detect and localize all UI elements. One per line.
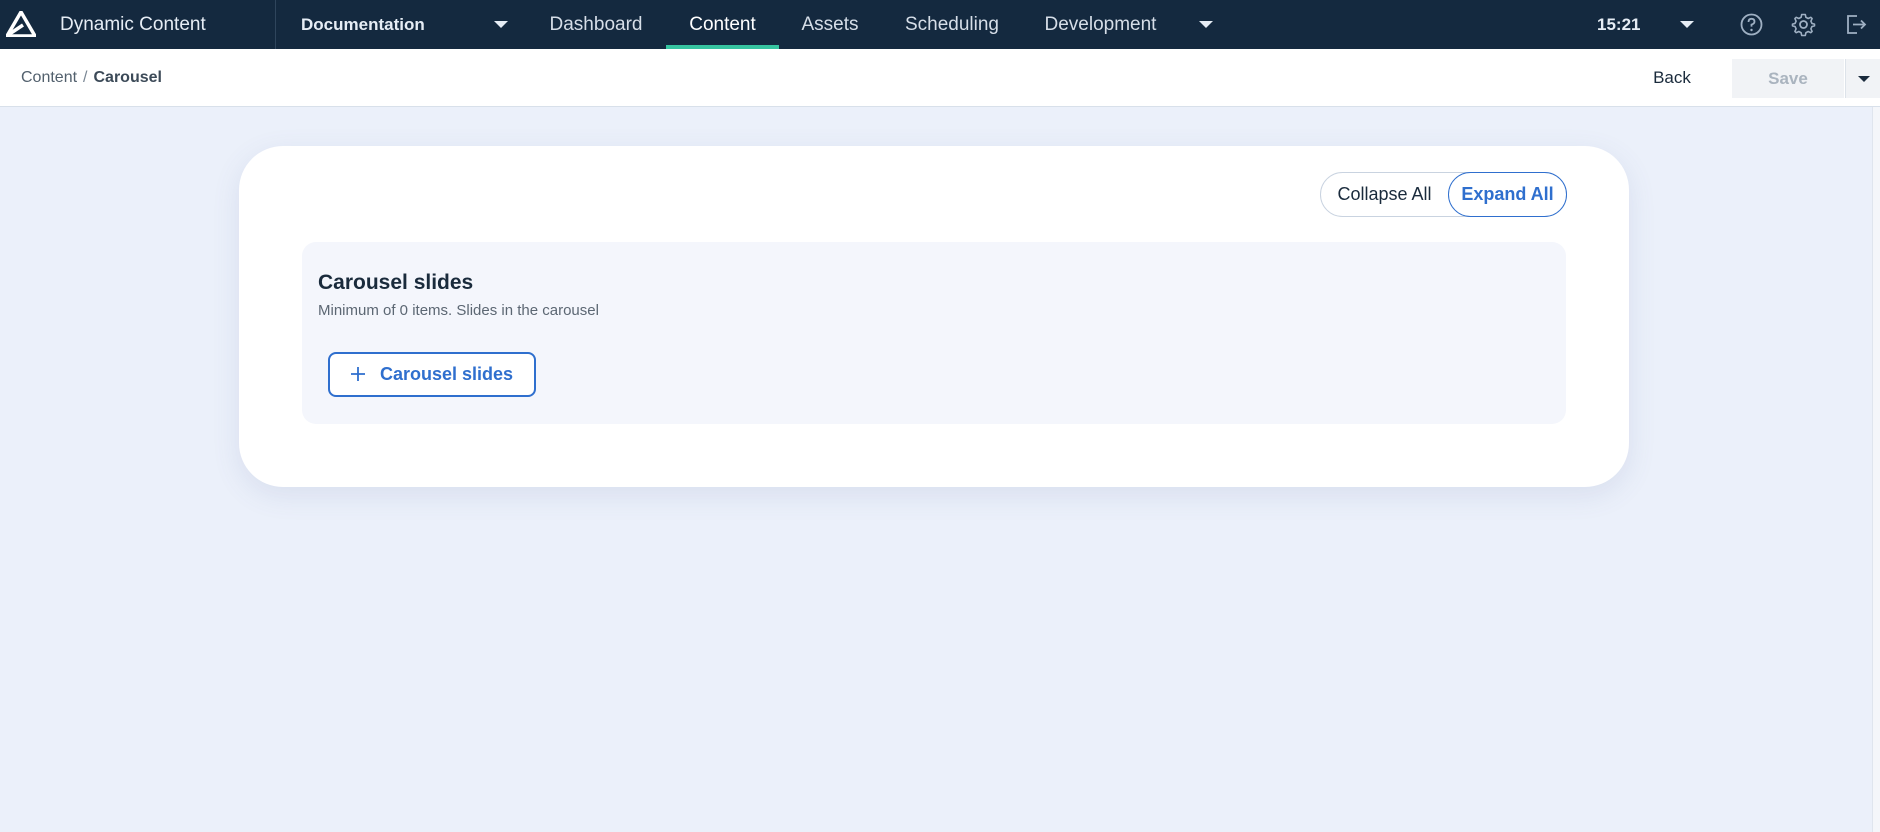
breadcrumb-separator: / — [83, 69, 88, 86]
content-editor-card: Collapse All Expand All Carousel slides … — [239, 146, 1629, 487]
clock-display[interactable]: 15:21 — [1597, 0, 1640, 49]
breadcrumb-root[interactable]: Content — [21, 69, 77, 86]
collapse-expand-toggle: Collapse All Expand All — [1320, 172, 1567, 217]
add-button-label: Carousel slides — [380, 364, 514, 384]
tab-dashboard[interactable]: Dashboard — [546, 0, 646, 49]
app-logo-icon[interactable] — [6, 11, 36, 37]
development-chevron-down-icon[interactable] — [1199, 21, 1213, 28]
hub-selector[interactable]: Documentation — [301, 0, 425, 49]
logout-icon[interactable] — [1843, 12, 1868, 37]
scrollbar[interactable] — [1872, 107, 1880, 832]
tab-assets[interactable]: Assets — [797, 0, 863, 49]
breadcrumb-current: Carousel — [93, 69, 162, 86]
nav-divider — [275, 0, 276, 49]
tab-development[interactable]: Development — [1042, 0, 1159, 49]
help-icon[interactable] — [1739, 12, 1764, 37]
expand-all-button[interactable]: Expand All — [1448, 172, 1567, 217]
field-title: Carousel slides — [318, 271, 474, 294]
breadcrumb: Content / Carousel — [21, 49, 162, 107]
save-options-button[interactable] — [1845, 59, 1880, 98]
tab-scheduling[interactable]: Scheduling — [901, 0, 1003, 49]
top-nav-bar: Dynamic Content Documentation Dashboard … — [0, 0, 1880, 49]
save-button[interactable]: Save — [1732, 59, 1844, 98]
clock-chevron-down-icon[interactable] — [1680, 21, 1694, 28]
tab-content[interactable]: Content — [666, 0, 779, 49]
field-description: Minimum of 0 items. Slides in the carous… — [318, 302, 599, 319]
collapse-all-button[interactable]: Collapse All — [1321, 173, 1448, 216]
back-button[interactable]: Back — [1640, 57, 1704, 99]
app-name[interactable]: Dynamic Content — [60, 0, 206, 49]
carousel-slides-field: Carousel slides Minimum of 0 items. Slid… — [302, 242, 1566, 424]
add-carousel-slide-button[interactable]: Carousel slides — [328, 352, 536, 397]
chevron-down-icon — [1858, 76, 1870, 82]
gear-icon[interactable] — [1791, 12, 1816, 37]
plus-icon — [351, 367, 365, 381]
hub-chevron-down-icon[interactable] — [494, 21, 508, 28]
content-toolbar: Content / Carousel Back Save — [0, 49, 1880, 107]
